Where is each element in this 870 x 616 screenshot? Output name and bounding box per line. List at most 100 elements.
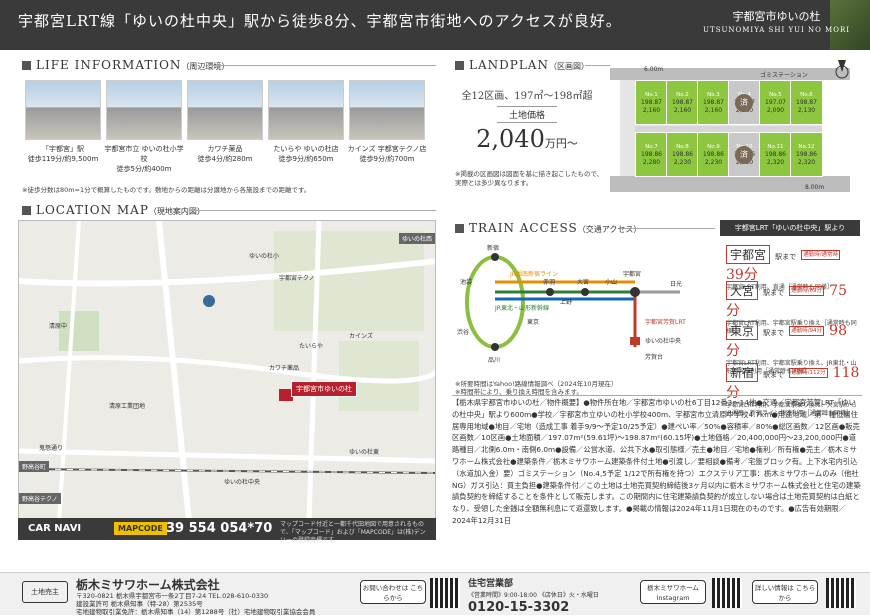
access-station: 宇都宮	[726, 245, 771, 264]
square-icon	[455, 61, 464, 70]
contact-button[interactable]: お問い合わせは こちらから	[360, 580, 426, 604]
landplan-note: 実際とは多少異なります。	[455, 179, 533, 187]
map-label: 清原中	[49, 323, 68, 330]
location-map[interactable]: ゆいの杜小 宇都宮テクノ カインズ たいらや カワチ薬品 清原工業団地 ゆいの杜…	[18, 220, 436, 520]
place-caption: カインズ 宇都宮テクノ店 徒歩9分/約700m	[347, 145, 427, 163]
place-caption: 宇都宮市立 ゆいの杜小学校 徒歩5分/約400m	[104, 145, 184, 173]
photo-utsunomiya-station	[25, 80, 101, 140]
qr-code-icon[interactable]	[826, 578, 856, 608]
map-label: カワチ薬品	[269, 365, 300, 372]
sales-department: 住宅営業部 《営業時間》9:00-18:00 《店休日》火・水曜日 0120-1…	[468, 579, 599, 615]
access-badge: 宇都宮LRT「ゆいの杜中央」駅より	[720, 220, 860, 236]
station-tag: 野高谷テクノ	[19, 493, 61, 504]
station-label: 赤羽	[543, 279, 556, 286]
details-button[interactable]: 詳しい情報は こちらから	[752, 580, 818, 604]
map-label: 鬼怒通り	[39, 445, 64, 452]
qr-code-icon[interactable]	[430, 578, 460, 608]
land-plan-diagram[interactable]: 6.00m ゴミステーション 8.00m No.1 198.87 2,160 No.2…	[610, 60, 860, 210]
square-icon	[22, 61, 31, 70]
photo-school	[106, 80, 182, 140]
line-label: JR東北・山形新幹線	[495, 305, 549, 312]
divider	[452, 395, 862, 396]
gomi-station-label: ゴミステーション	[760, 72, 808, 79]
station-label: 新宿	[487, 245, 500, 252]
life-section-title: LIFE INFORMATION（周辺環境）	[22, 58, 229, 72]
mapcode-label: MAPCODE	[114, 522, 167, 535]
station-label: 小山	[605, 279, 618, 286]
station-label: 池袋	[460, 279, 473, 286]
station-label-highlight: ゆいの杜中央	[645, 338, 682, 345]
square-icon	[22, 206, 31, 215]
station-label: 芳賀台	[645, 354, 664, 361]
company-name: 栃木ミサワホーム株式会社	[76, 578, 220, 592]
lot-no9[interactable]: No.9 198.86 2,230	[697, 132, 730, 177]
instagram-button[interactable]: 栃木ミサワホーム Instagram	[640, 580, 706, 604]
station-tag: ゆいの杜西	[399, 233, 435, 244]
lot-no8[interactable]: No.8 198.86 2,230	[666, 132, 699, 177]
phone-number[interactable]: 0120-15-3302	[468, 600, 599, 615]
sold-stamp-icon: 済	[735, 146, 753, 164]
brand-en: UTSUNOMIYA SHI YUI NO MORI	[703, 26, 850, 34]
station-label: 大宮	[577, 279, 590, 286]
lot-no2[interactable]: No.2 198.87 2,160	[666, 80, 699, 125]
landplan-section-title: LANDPLAN（区画図）	[455, 58, 589, 72]
lot-no1[interactable]: No.1 198.87 2,160	[635, 80, 668, 125]
access-station: 新宿	[726, 363, 759, 382]
car-navi-bar: CAR NAVI MAPCODE 39 554 054*70 マップコード付近と…	[18, 518, 436, 544]
mapcode-value: 39 554 054*70	[166, 521, 273, 536]
road-width-side: 8.00m	[805, 184, 825, 191]
photo-kawachi	[187, 80, 263, 140]
lot-no12[interactable]: No.12 198.86 2,320	[790, 132, 823, 177]
location-section-title: LOCATION MAP（現地案内図）	[22, 203, 205, 217]
map-roads	[19, 221, 435, 519]
lot-no5[interactable]: No.5 197.07 2,090	[759, 80, 792, 125]
life-title: LIFE INFORMATION	[36, 58, 182, 72]
lot-no6[interactable]: No.6 198.87 2,130	[790, 80, 823, 125]
mapcode-note: マップコード付近と一都千代田地図で用意されるもので、「マップコード」および「MA…	[280, 521, 426, 544]
map-label: ゆいの杜東	[349, 449, 380, 456]
property-outline: 【栃木県宇都宮市ゆいの杜／物件概要】●物件所在地／宇都宮市ゆいの杜6丁目12番3…	[452, 398, 861, 525]
train-subtitle: （交通アクセス）	[577, 225, 642, 234]
sold-stamp-icon: 済	[735, 94, 753, 112]
page-title: 宇都宮LRT線「ゆいの杜中央」駅から徒歩8分、宇都宮市街地へのアクセスが良好。	[18, 12, 622, 30]
map-label: カインズ	[349, 333, 373, 340]
lots-line: 全12区画、197㎡〜198㎡超	[461, 91, 593, 102]
divider	[210, 65, 436, 66]
price-card: 全12区画、197㎡〜198㎡超 土地価格 2,040万円〜	[452, 87, 602, 157]
map-label: たいらや	[299, 343, 324, 350]
property-marker[interactable]: 宇都宮市ゆいの杜	[291, 381, 357, 397]
location-subtitle: （現地案内図）	[148, 207, 205, 216]
station-label: 渋谷	[457, 329, 470, 336]
road-width-top: 6.00m	[644, 66, 664, 73]
divider	[585, 65, 610, 66]
place-caption: カワチ薬品 徒歩4分/約280m	[197, 145, 253, 163]
access-station: 大宮	[726, 281, 759, 300]
brand-jp: 宇都宮市ゆいの杜	[732, 10, 821, 23]
map-label: ゆいの杜中央	[224, 479, 261, 486]
lot-no11[interactable]: No.11 198.86 2,320	[759, 132, 792, 177]
line-label: 宇都宮芳賀LRT	[645, 319, 686, 326]
photo-tairaya	[268, 80, 344, 140]
company-address: 〒320-0821 栃木県宇都宮市一条2丁目7-24 TEL.028-610-0…	[76, 592, 316, 616]
place-caption: 「宇都宮」駅 徒歩119分/約9,500m	[27, 145, 99, 163]
map-label: 宇都宮テクノ	[279, 275, 315, 282]
seller-tag: 土地売主	[22, 581, 68, 603]
header-banner: 宇都宮LRT線「ゆいの杜中央」駅から徒歩8分、宇都宮市街地へのアクセスが良好。 …	[0, 0, 870, 50]
landplan-subtitle: （区画図）	[548, 62, 589, 71]
station-tag: 野高谷町	[19, 461, 50, 472]
station-label: 品川	[488, 357, 501, 364]
line-label: JR湘南新宿ライン	[510, 271, 558, 278]
car-navi-label: CAR NAVI	[28, 523, 82, 534]
station-label: 上野	[560, 299, 573, 306]
lot-no3[interactable]: No.3 198.87 2,160	[697, 80, 730, 125]
map-label: 清原工業団地	[109, 403, 146, 410]
price-value: 2,040万円〜	[476, 125, 578, 153]
station-label: 日光	[670, 281, 683, 288]
qr-code-icon[interactable]	[712, 578, 742, 608]
lot-no7[interactable]: No.7 198.86 2,280	[635, 132, 668, 177]
train-title: TRAIN ACCESS	[469, 221, 578, 235]
train-section-title: TRAIN ACCESS（交通アクセス）	[455, 221, 641, 235]
landplan-title: LANDPLAN	[469, 58, 549, 72]
access-station: 東京	[726, 321, 759, 340]
location-title: LOCATION MAP	[36, 203, 149, 217]
